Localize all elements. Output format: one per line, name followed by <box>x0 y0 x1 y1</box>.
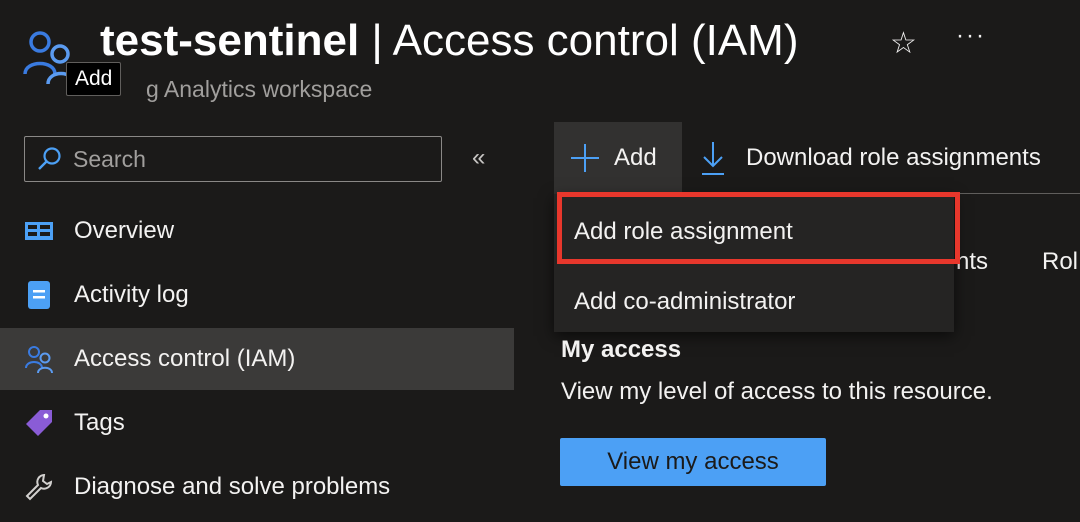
download-role-assignments-button[interactable]: Download role assignments <box>700 140 1041 176</box>
sidebar-item-activity-log[interactable]: Activity log <box>0 264 514 326</box>
tab-roles[interactable]: Rol <box>1042 248 1078 276</box>
my-access-heading: My access <box>561 336 682 363</box>
resource-name: test-sentinel <box>100 16 360 65</box>
plus-icon <box>571 144 599 172</box>
collapse-sidebar-icon[interactable]: « <box>472 144 485 172</box>
activity-log-icon <box>24 280 54 310</box>
more-options-icon[interactable]: ··· <box>956 22 986 50</box>
wrench-icon <box>24 472 54 502</box>
add-tooltip: Add <box>66 62 122 96</box>
page-name: Access control (IAM) <box>392 16 799 65</box>
sidebar-item-label: Overview <box>74 217 175 244</box>
download-button-label: Download role assignments <box>746 144 1041 171</box>
sidebar-search[interactable] <box>24 136 442 182</box>
sidebar-item-overview[interactable]: Overview <box>0 200 514 262</box>
highlight-annotation <box>557 192 960 264</box>
sidebar-item-label: Diagnose and solve problems <box>74 473 391 500</box>
sidebar-item-label: Activity log <box>74 281 189 308</box>
sidebar-item-diagnose[interactable]: Diagnose and solve problems <box>0 456 514 518</box>
sidebar-item-tags[interactable]: Tags <box>0 392 514 454</box>
view-my-access-button[interactable]: View my access <box>560 438 826 486</box>
people-icon <box>24 344 54 374</box>
title-separator: | <box>359 16 393 65</box>
my-access-description: View my level of access to this resource… <box>561 378 993 405</box>
menu-item-add-co-administrator[interactable]: Add co-administrator <box>574 288 795 316</box>
tab-role-assignments[interactable]: nts <box>956 248 988 276</box>
search-input[interactable] <box>71 144 415 174</box>
favorite-star-icon[interactable]: ☆ <box>890 26 917 61</box>
sidebar-item-label: Tags <box>74 409 125 436</box>
download-icon <box>702 142 724 175</box>
sidebar-item-access-control[interactable]: Access control (IAM) <box>0 328 514 390</box>
overview-icon <box>24 216 54 246</box>
page-title: test-sentinel | Access control (IAM) <box>100 16 799 66</box>
search-icon <box>38 147 61 170</box>
add-button[interactable]: Add <box>554 122 682 194</box>
resource-type-subtitle: g Analytics workspace <box>146 76 373 102</box>
sidebar-item-label: Access control (IAM) <box>74 345 296 372</box>
add-button-label: Add <box>614 144 657 171</box>
tag-icon <box>24 408 54 438</box>
